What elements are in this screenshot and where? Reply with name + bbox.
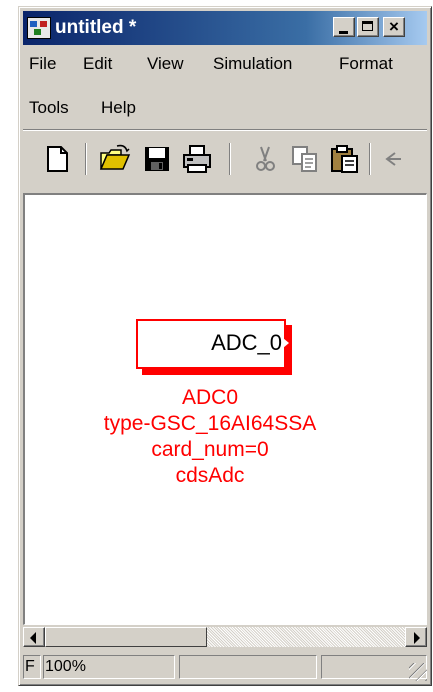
undo-icon[interactable] — [383, 143, 415, 175]
toolbar-separator — [229, 143, 231, 175]
status-zoom: 100% — [43, 655, 175, 679]
scroll-right-button[interactable] — [405, 627, 427, 647]
model-window: untitled * × File Edit View Simulation F… — [18, 6, 432, 686]
menu-bar-row-1: File Edit View Simulation Format — [23, 47, 427, 81]
copy-icon[interactable] — [289, 143, 321, 175]
menu-file[interactable]: File — [29, 54, 56, 74]
block-name[interactable]: ADC0 — [25, 385, 395, 411]
scroll-thumb[interactable] — [45, 627, 207, 647]
menu-simulation[interactable]: Simulation — [213, 54, 292, 74]
adc-block[interactable]: ADC_0 — [136, 319, 286, 369]
new-icon[interactable] — [41, 143, 73, 175]
toolbar-separator — [369, 143, 371, 175]
menu-edit[interactable]: Edit — [83, 54, 112, 74]
paste-icon[interactable] — [329, 143, 361, 175]
scroll-left-button[interactable] — [23, 627, 45, 647]
menu-toolbar-divider — [23, 129, 427, 131]
simulink-app-icon[interactable] — [27, 17, 51, 39]
block-type: type-GSC_16AI64SSA — [103, 412, 317, 435]
status-bar: F 100% — [23, 653, 427, 681]
close-button[interactable]: × — [383, 17, 405, 37]
block-library: cdsAdc — [175, 464, 245, 487]
model-canvas[interactable]: ADC_0 ADC0 type-GSC_16AI64SSA card_num=0… — [23, 193, 427, 625]
output-port-label: ADC_0 — [211, 330, 282, 355]
menu-tools[interactable]: Tools — [29, 98, 69, 118]
block-card-num: card_num=0 — [151, 438, 269, 461]
status-left-cell: F — [23, 655, 41, 679]
toolbar-separator — [85, 143, 87, 175]
resize-grip-icon[interactable] — [409, 663, 427, 681]
status-cell-empty-1 — [179, 655, 317, 679]
window-title: untitled * — [55, 17, 137, 38]
toolbar — [23, 133, 427, 185]
menu-help[interactable]: Help — [101, 98, 136, 118]
menu-format[interactable]: Format — [339, 54, 393, 74]
menu-view[interactable]: View — [147, 54, 184, 74]
output-port-arrow-icon[interactable] — [283, 338, 289, 348]
save-icon[interactable] — [141, 143, 173, 175]
cut-icon[interactable] — [249, 143, 281, 175]
open-icon[interactable] — [99, 143, 131, 175]
menu-bar-row-2: Tools Help — [23, 91, 427, 125]
horizontal-scrollbar[interactable] — [23, 625, 427, 649]
minimize-button[interactable] — [333, 17, 355, 37]
title-bar[interactable]: untitled * × — [23, 11, 427, 45]
maximize-button[interactable] — [357, 17, 379, 37]
print-icon[interactable] — [181, 143, 213, 175]
